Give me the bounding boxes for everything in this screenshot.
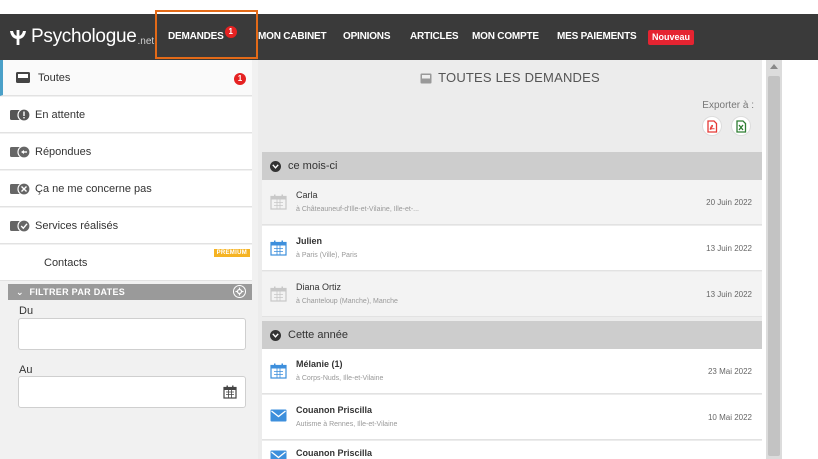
pending-icon <box>9 106 31 124</box>
sidebar-item-label: Répondues <box>35 145 92 158</box>
logo-mark-icon <box>10 30 26 45</box>
pdf-icon <box>707 119 718 133</box>
envelope-icon <box>270 409 287 422</box>
export-excel-button[interactable] <box>731 116 751 136</box>
sidebar: Toutes En attente Répondues Ça ne me con… <box>0 60 258 459</box>
request-location: à Châteauneuf-d'Ille-et-Vilaine, Ille-et… <box>296 206 419 213</box>
nav-demandes-label: DEMANDES <box>168 31 224 42</box>
nav-opinions[interactable]: OPINIONS <box>343 14 390 60</box>
filter-title: FILTRER PAR DATES <box>29 287 126 297</box>
request-row[interactable]: Julien à Paris (Ville), Paris 13 Juin 20… <box>262 226 762 271</box>
date-from-label: Du <box>19 305 34 317</box>
psychologue-logo[interactable]: Psychologue .net <box>8 25 154 49</box>
inbox-icon <box>420 72 432 87</box>
sidebar-item-toutes[interactable]: Toutes <box>0 60 252 96</box>
calendar-icon <box>270 286 287 302</box>
sidebar-item-label: En attente <box>35 108 86 121</box>
nav-mes-paiements[interactable]: MES PAIEMENTS <box>557 14 637 60</box>
sidebar-item-label: Toutes <box>38 71 71 84</box>
date-to-input[interactable] <box>18 376 246 408</box>
sidebar-item-services-realises[interactable]: Services réalisés <box>0 208 252 244</box>
request-location: Autisme à Rennes, Ille-et-Vilaine <box>296 421 398 428</box>
scrollbar-thumb[interactable] <box>768 76 780 456</box>
chevron-down-circle-icon <box>270 329 281 341</box>
not-concerned-icon <box>9 180 31 198</box>
section-title: ce mois-ci <box>288 160 338 172</box>
request-row[interactable]: Couanon Priscilla Autisme à Rennes, Ille… <box>262 395 762 440</box>
section-title: Cette année <box>288 329 348 341</box>
sidebar-item-label: Contacts <box>44 256 88 269</box>
logo-text: Psychologue <box>31 26 137 47</box>
request-date: 20 Juin 2022 <box>706 198 752 207</box>
nav-articles[interactable]: ARTICLES <box>410 14 459 60</box>
excel-icon <box>736 119 747 133</box>
top-navigation-bar: Psychologue .net DEMANDES 1 MON CABINET O… <box>0 14 818 60</box>
request-name: Couanon Priscilla <box>296 448 373 458</box>
sidebar-item-label: Ça ne me concerne pas <box>35 182 152 195</box>
filter-by-dates-header[interactable]: ⌄ FILTRER PAR DATES <box>8 284 252 300</box>
calendar-icon <box>270 194 287 210</box>
request-location: à Chanteloup (Manche), Manche <box>296 298 398 305</box>
chevron-down-circle-icon <box>270 160 281 172</box>
section-header-this-year[interactable]: Cette année <box>262 321 762 349</box>
calendar-icon <box>270 240 287 256</box>
request-date: 23 Mai 2022 <box>707 367 752 376</box>
nav-demandes[interactable]: DEMANDES 1 <box>168 14 237 60</box>
filter-reset-icon[interactable] <box>233 285 246 298</box>
request-name: Carla <box>296 190 318 200</box>
sidebar-item-label: Services réalisés <box>35 219 119 232</box>
request-date: 10 Mai 2022 <box>707 413 752 422</box>
scroll-up-arrow-icon[interactable] <box>770 64 778 69</box>
page-title: TOUTES LES DEMANDES <box>258 70 762 87</box>
date-from-input[interactable] <box>18 318 246 350</box>
sidebar-item-ne-me-concerne-pas[interactable]: Ça ne me concerne pas <box>0 171 252 207</box>
envelope-icon <box>270 450 287 459</box>
request-name: Julien <box>296 236 323 246</box>
request-row[interactable]: Couanon Priscilla <box>262 441 762 459</box>
request-name: Diana Ortiz <box>296 282 342 292</box>
request-location: à Paris (Ville), Paris <box>296 252 358 259</box>
premium-badge: PREMIUM <box>213 249 250 257</box>
chevron-down-icon: ⌄ <box>16 287 24 297</box>
request-name: Couanon Priscilla <box>296 405 373 415</box>
page-right-margin <box>782 60 818 459</box>
export-label: Exporter à : <box>702 100 754 111</box>
request-row[interactable]: Carla à Châteauneuf-d'Ille-et-Vilaine, I… <box>262 180 762 225</box>
nav-mon-cabinet[interactable]: MON CABINET <box>258 14 327 60</box>
export-pdf-button[interactable] <box>702 116 722 136</box>
services-done-icon <box>9 217 31 235</box>
new-feature-badge: Nouveau <box>648 30 695 45</box>
logo-suffix: .net <box>137 35 155 47</box>
section-header-this-month[interactable]: ce mois-ci <box>262 152 762 180</box>
request-name: Mélanie (1) <box>296 359 343 369</box>
request-date: 13 Juin 2022 <box>706 244 752 253</box>
toutes-count-badge: 1 <box>234 73 246 85</box>
replied-icon <box>9 143 31 161</box>
sidebar-item-repondues[interactable]: Répondues <box>0 134 252 170</box>
request-location: à Corps-Nuds, Ille-et-Vilaine <box>296 375 384 382</box>
inbox-icon <box>12 69 34 87</box>
calendar-icon <box>270 363 287 379</box>
requests-panel: TOUTES LES DEMANDES Exporter à : ce mois… <box>258 60 762 459</box>
sidebar-item-en-attente[interactable]: En attente <box>0 97 252 133</box>
request-date: 13 Juin 2022 <box>706 290 752 299</box>
sidebar-item-contacts[interactable]: Contacts PREMIUM <box>0 245 252 281</box>
page-title-text: TOUTES LES DEMANDES <box>438 70 600 85</box>
calendar-picker-icon[interactable] <box>223 385 237 399</box>
request-row[interactable]: Diana Ortiz à Chanteloup (Manche), Manch… <box>262 272 762 317</box>
date-to-label: Au <box>19 364 33 376</box>
request-row[interactable]: Mélanie (1) à Corps-Nuds, Ille-et-Vilain… <box>262 349 762 394</box>
nav-demandes-badge: 1 <box>224 26 237 38</box>
nav-mon-compte[interactable]: MON COMPTE <box>472 14 539 60</box>
vertical-scrollbar[interactable] <box>766 60 782 459</box>
